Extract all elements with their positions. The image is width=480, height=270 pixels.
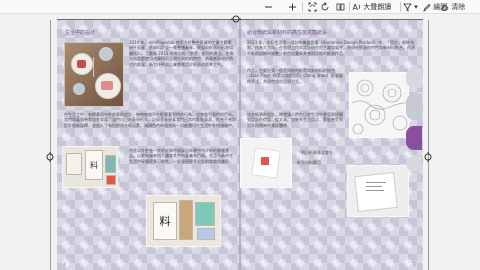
fit-page-button[interactable] bbox=[308, 1, 317, 13]
resize-handle-top[interactable] bbox=[231, 14, 241, 24]
right-body-text: 作品，主要在第一個是傳統的紙漿與新材料的結合（Dan Ping）和第二個是利用（… bbox=[247, 68, 343, 84]
document-spread[interactable]: 生活中的設計 2014 年，miniPaperlab 使用方位整合區域的工業主題… bbox=[57, 20, 423, 270]
rotate-icon bbox=[321, 1, 330, 13]
glass-shape bbox=[99, 47, 113, 61]
selection-frame-right bbox=[428, 20, 429, 270]
read-aloud-icon: A bbox=[352, 1, 361, 13]
white-paper-photo bbox=[240, 138, 292, 188]
toolbar-divider bbox=[302, 2, 303, 12]
book-cover-char: 料 bbox=[85, 150, 103, 180]
left-page-number: 2 bbox=[63, 262, 66, 267]
read-aloud-button[interactable]: A 大聲朗讀 bbox=[352, 1, 392, 13]
tableware-photo bbox=[64, 42, 124, 107]
reader-window: A 大聲朗讀 ▾ 繪圖 清除 生活中的設計 2014 年，miniPaperla… bbox=[0, 0, 480, 270]
zoom-in-button[interactable] bbox=[288, 1, 297, 13]
glass-shape bbox=[73, 83, 85, 95]
resize-handle-left[interactable] bbox=[45, 152, 55, 162]
pattern-paper-photo bbox=[349, 72, 409, 138]
resize-handle-right[interactable] bbox=[423, 152, 433, 162]
selection-frame-left bbox=[50, 20, 51, 270]
filter-icon bbox=[403, 1, 412, 13]
chapter-tab-active[interactable] bbox=[406, 126, 422, 150]
svg-text:A: A bbox=[353, 3, 359, 12]
read-aloud-label: 大聲朗讀 bbox=[363, 3, 392, 11]
floral-pattern-graphic bbox=[351, 79, 408, 135]
food-shape bbox=[77, 60, 86, 68]
right-page-title: 結合傳統與新材料的高性能抗菌紙張 bbox=[247, 30, 328, 36]
reader-toolbar: A 大聲朗讀 ▾ 繪圖 清除 bbox=[0, 0, 480, 14]
book-shape bbox=[66, 153, 82, 175]
card-char: 料 bbox=[153, 202, 177, 240]
draw-chevron: ▾ bbox=[414, 3, 418, 11]
cards-photo: 料 bbox=[146, 195, 221, 247]
red-accent-shape bbox=[261, 157, 269, 165]
left-page-title: 生活中的設計 bbox=[65, 30, 96, 36]
left-lower-text: 除此以外更進一步的延伸也發展出本書中所介紹的種種產品，以能夠讓每個人體會其中的意… bbox=[129, 148, 233, 164]
books-photo: 料 bbox=[62, 146, 118, 188]
two-page-view-button[interactable] bbox=[336, 1, 345, 13]
chapter-tab[interactable] bbox=[406, 68, 422, 88]
book-photo bbox=[347, 165, 409, 217]
card-shape bbox=[179, 200, 193, 240]
two-page-view-icon bbox=[336, 1, 345, 13]
chapter-tabs bbox=[402, 54, 422, 194]
right-caption: 「朝日紙業株式會社」 bbox=[297, 150, 337, 155]
toolbar-divider bbox=[349, 2, 350, 12]
fit-page-icon bbox=[308, 1, 317, 13]
left-intro-text: 2014 年，miniPaperlab 使用方位整合區域的工業主題素材平面圖，將… bbox=[129, 40, 234, 67]
toolbar-divider bbox=[400, 2, 401, 12]
book-shape bbox=[105, 155, 116, 173]
chapter-tab[interactable] bbox=[406, 156, 422, 172]
eraser-icon bbox=[440, 1, 449, 13]
open-book-shape bbox=[354, 172, 398, 212]
chapter-tab[interactable] bbox=[406, 94, 422, 120]
card-shape bbox=[197, 228, 215, 240]
right-intro-text: 2013 年，先行生活用一部分的機器設備（Humanize Design Pro… bbox=[247, 40, 415, 56]
text-line-shape bbox=[366, 190, 384, 191]
document-canvas[interactable]: 生活中的設計 2014 年，miniPaperlab 使用方位整合區域的工業主題… bbox=[0, 14, 480, 270]
rotate-button[interactable] bbox=[321, 1, 330, 13]
left-body-text: 在生活之中，有關畫面中的創意與設計，無時無刻不在影響著我們的行為，也會吸引我們的… bbox=[64, 112, 236, 128]
erase-label: 清除 bbox=[451, 3, 466, 11]
food-shape bbox=[101, 81, 113, 90]
text-line-shape bbox=[366, 182, 386, 183]
zoom-in-icon bbox=[288, 1, 297, 13]
right-lower-text: 這些紙張的設計，期望讓人們在日常生活中更容易接觸到設計的價值，從文具、包裝到生活… bbox=[247, 112, 343, 128]
zoom-out-icon bbox=[264, 1, 273, 13]
text-line-shape bbox=[366, 186, 382, 187]
right-page-number: 3 bbox=[413, 262, 416, 267]
card-shape bbox=[195, 202, 215, 226]
right-caption-2: 紙張材料應用 bbox=[297, 160, 321, 165]
erase-button[interactable]: 清除 bbox=[440, 1, 465, 13]
zoom-out-button[interactable] bbox=[264, 1, 273, 13]
pen-icon bbox=[422, 1, 431, 13]
book-shape bbox=[106, 175, 116, 185]
cutlery-shape bbox=[93, 57, 94, 77]
